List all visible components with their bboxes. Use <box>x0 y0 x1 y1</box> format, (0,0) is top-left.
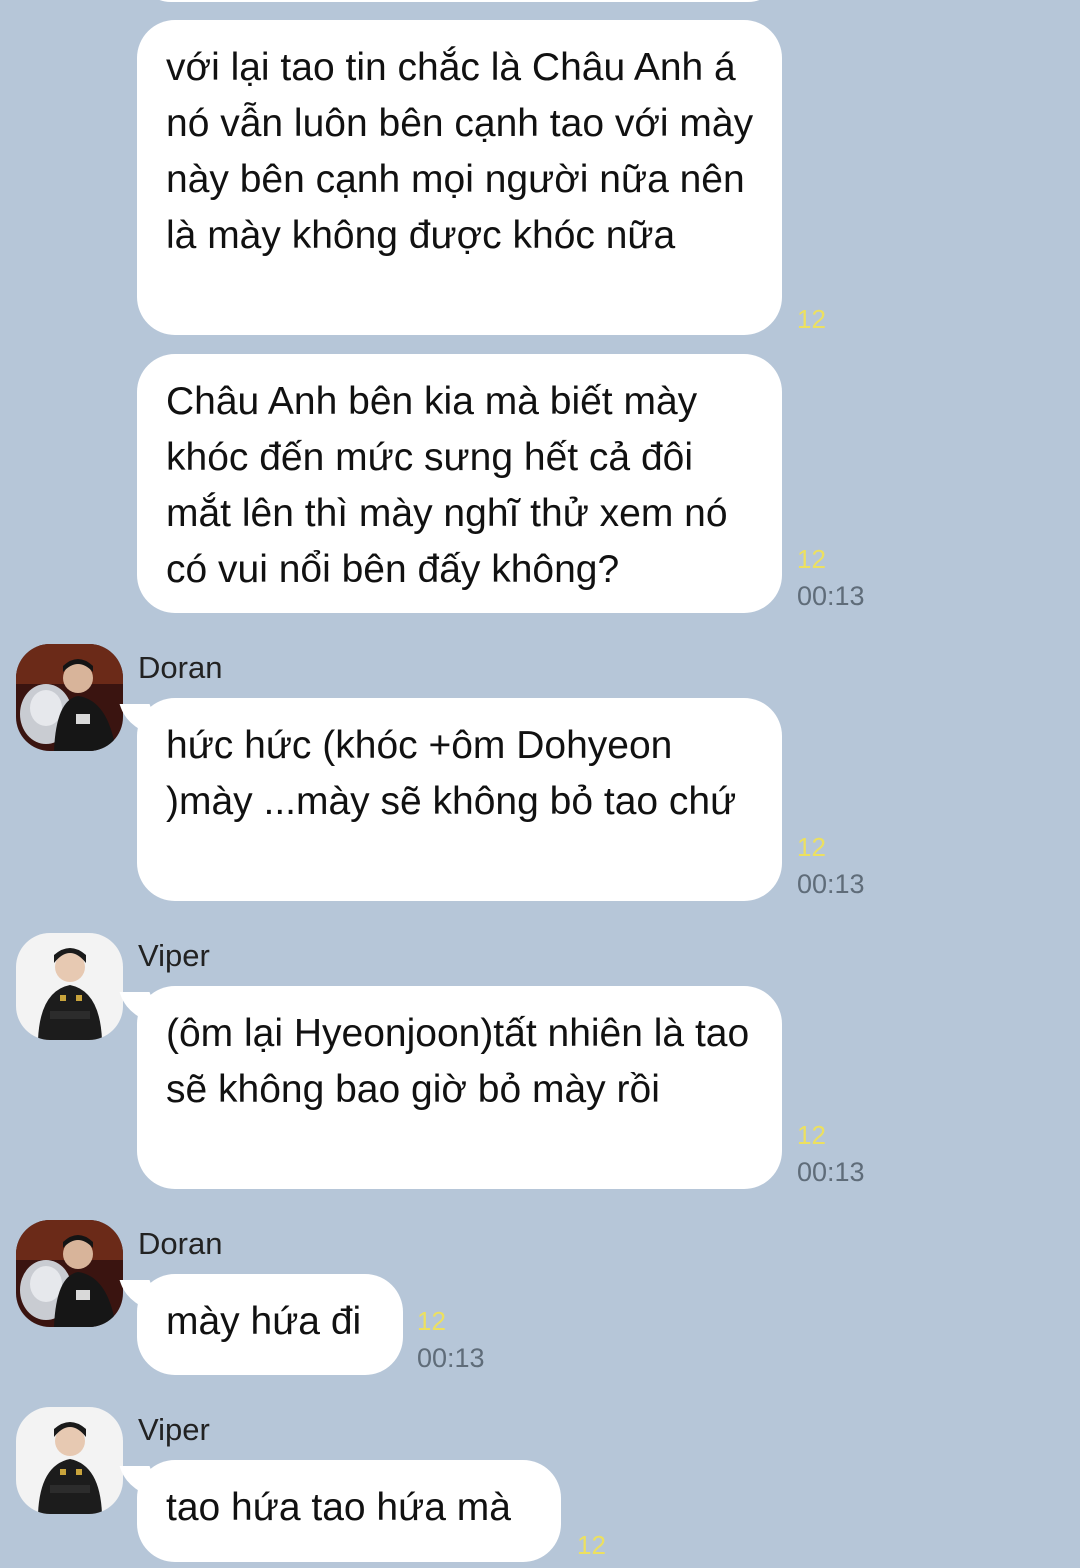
doran-avatar-icon[interactable] <box>16 644 123 751</box>
read-count: 12 <box>797 832 826 862</box>
message-bubble[interactable]: Châu Anh bên kia mà biết mày khóc đến mứ… <box>137 354 782 613</box>
sender-name: Doran <box>138 650 223 685</box>
message-bubble[interactable]: tao hứa tao hứa mà <box>137 1460 561 1562</box>
message-timestamp: 00:13 <box>417 1343 485 1373</box>
chat-area[interactable]: với lại tao tin chắc là Châu Anh á nó vẫ… <box>0 0 1080 1568</box>
read-count: 12 <box>797 304 826 334</box>
sender-name: Viper <box>138 1412 210 1447</box>
previous-message-bubble <box>137 0 782 2</box>
viper-avatar-icon[interactable] <box>16 933 123 1040</box>
message-bubble[interactable]: với lại tao tin chắc là Châu Anh á nó vẫ… <box>137 20 782 335</box>
message-bubble[interactable]: mày hứa đi <box>137 1274 403 1375</box>
sender-name: Viper <box>138 938 210 973</box>
message-timestamp: 00:13 <box>797 1157 865 1187</box>
sender-name: Doran <box>138 1226 223 1261</box>
doran-avatar-icon[interactable] <box>16 1220 123 1327</box>
read-count: 12 <box>577 1530 606 1560</box>
message-bubble[interactable]: hức hức (khóc +ôm Dohyeon )mày ...mày sẽ… <box>137 698 782 901</box>
message-timestamp: 00:13 <box>797 581 865 611</box>
read-count: 12 <box>797 1120 826 1150</box>
read-count: 12 <box>797 544 826 574</box>
read-count: 12 <box>417 1306 446 1336</box>
viper-avatar-icon[interactable] <box>16 1407 123 1514</box>
message-timestamp: 00:13 <box>797 869 865 899</box>
message-bubble[interactable]: (ôm lại Hyeonjoon)tất nhiên là tao sẽ kh… <box>137 986 782 1189</box>
